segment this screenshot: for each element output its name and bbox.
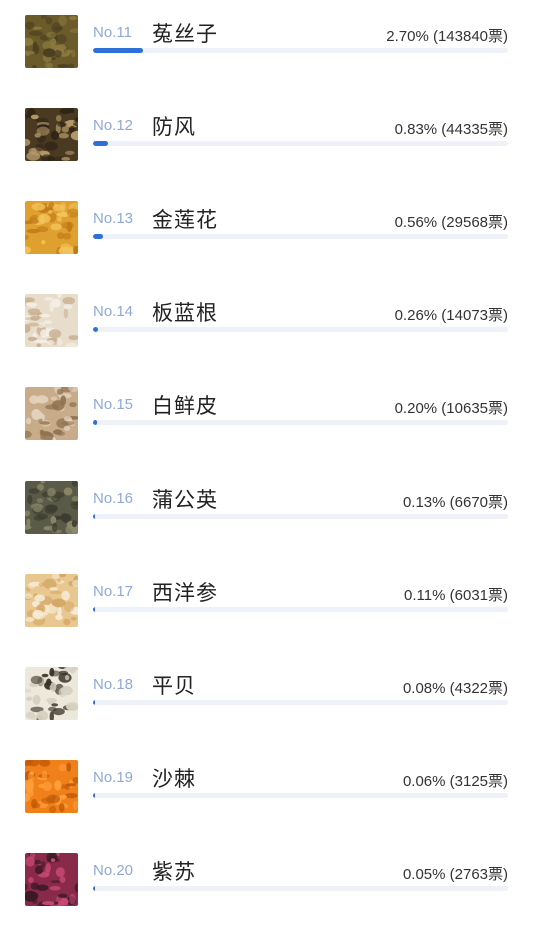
rank-label: No.15 <box>93 396 134 414</box>
purple-leaf-image <box>25 852 78 906</box>
seed-grain-image <box>25 15 78 68</box>
vote-stat: 0.06% (3125票) <box>402 772 508 790</box>
list-item[interactable]: No.13 金莲花 0.56% (29568票) <box>0 201 550 293</box>
rank-label: No.12 <box>93 117 134 135</box>
herb-name: 蒲公英 <box>152 487 218 512</box>
vote-progress-bar <box>93 327 508 333</box>
list-item[interactable]: No.16 蒲公英 0.13% (6670票) <box>0 480 550 573</box>
vote-stat: 0.56% (29568票) <box>394 214 508 232</box>
vote-progress-bar <box>93 513 508 519</box>
herb-name: 防风 <box>152 115 196 140</box>
herb-name: 板蓝根 <box>152 301 218 326</box>
rank-label: No.13 <box>93 210 134 228</box>
rank-label: No.19 <box>93 768 134 786</box>
vote-progress-fill <box>93 48 144 53</box>
herb-name: 平贝 <box>152 673 196 698</box>
vote-stat: 2.70% (143840票) <box>386 28 508 45</box>
list-item[interactable]: No.17 西洋参 0.11% (6031票) <box>0 573 550 666</box>
herb-name: 金莲花 <box>152 208 218 233</box>
vote-progress-bar <box>93 420 508 426</box>
list-item[interactable]: No.19 沙棘 0.06% (3125票) <box>0 759 550 852</box>
list-item[interactable]: No.14 板蓝根 0.26% (14073票) <box>0 294 550 386</box>
list-item[interactable]: No.12 防风 0.83% (44335票) <box>0 108 550 200</box>
root-slices-image <box>25 108 78 162</box>
dried-flower-image <box>25 201 78 255</box>
rank-label: No.14 <box>93 303 134 321</box>
vote-progress-bar <box>93 606 508 612</box>
berries-image <box>25 759 78 813</box>
vote-stat: 0.20% (10635票) <box>394 400 508 418</box>
vote-progress-bar <box>93 48 508 53</box>
vote-progress-bar <box>93 234 508 240</box>
vote-progress-bar <box>93 141 508 147</box>
vote-stat: 0.13% (6670票) <box>402 493 508 511</box>
herb-name: 沙棘 <box>152 766 196 791</box>
rank-label: No.18 <box>93 675 134 693</box>
vote-progress-fill <box>93 699 95 705</box>
list-item[interactable]: No.11 菟丝子 2.70% (143840票) <box>0 15 550 107</box>
herb-name: 西洋参 <box>152 580 218 605</box>
bark-rolls-image <box>25 387 78 441</box>
vote-stat: 0.05% (2763票) <box>402 865 508 883</box>
herb-name: 白鲜皮 <box>152 394 218 419</box>
list-item[interactable]: No.15 白鲜皮 0.20% (10635票) <box>0 387 550 479</box>
vote-stat: 0.26% (14073票) <box>394 307 508 325</box>
rank-label: No.11 <box>93 24 132 41</box>
vote-progress-bar <box>93 792 508 798</box>
vote-progress-fill <box>93 606 96 612</box>
bulb-pieces-image <box>25 666 78 720</box>
vote-progress-fill <box>93 513 96 519</box>
rank-label: No.20 <box>93 861 134 879</box>
ranking-list: No.11 菟丝子 2.70% (143840票) No.12 防风 0.83% (443… <box>0 0 550 919</box>
vote-progress-fill <box>93 885 95 891</box>
rank-label: No.16 <box>93 489 134 507</box>
vote-stat: 0.11% (6031票) <box>404 586 508 604</box>
vote-stat: 0.08% (4322票) <box>402 679 508 697</box>
list-item[interactable]: No.20 紫苏 0.05% (2763票) <box>0 852 550 945</box>
vote-progress-fill <box>93 327 98 333</box>
vote-progress-bar <box>93 885 508 891</box>
vote-progress-fill <box>93 234 104 240</box>
dried-herb-image <box>25 480 78 534</box>
list-item[interactable]: No.18 平贝 0.08% (4322票) <box>0 666 550 759</box>
vote-progress-bar <box>93 699 508 705</box>
herb-name: 紫苏 <box>152 859 196 884</box>
herb-name: 菟丝子 <box>152 22 218 46</box>
vote-progress-fill <box>93 141 109 147</box>
vote-progress-fill <box>93 792 95 798</box>
vote-progress-fill <box>93 420 97 426</box>
rank-label: No.17 <box>93 582 134 600</box>
vote-stat: 0.83% (44335票) <box>394 121 508 139</box>
root-pieces-image <box>25 294 78 348</box>
ginseng-root-image <box>25 573 78 627</box>
